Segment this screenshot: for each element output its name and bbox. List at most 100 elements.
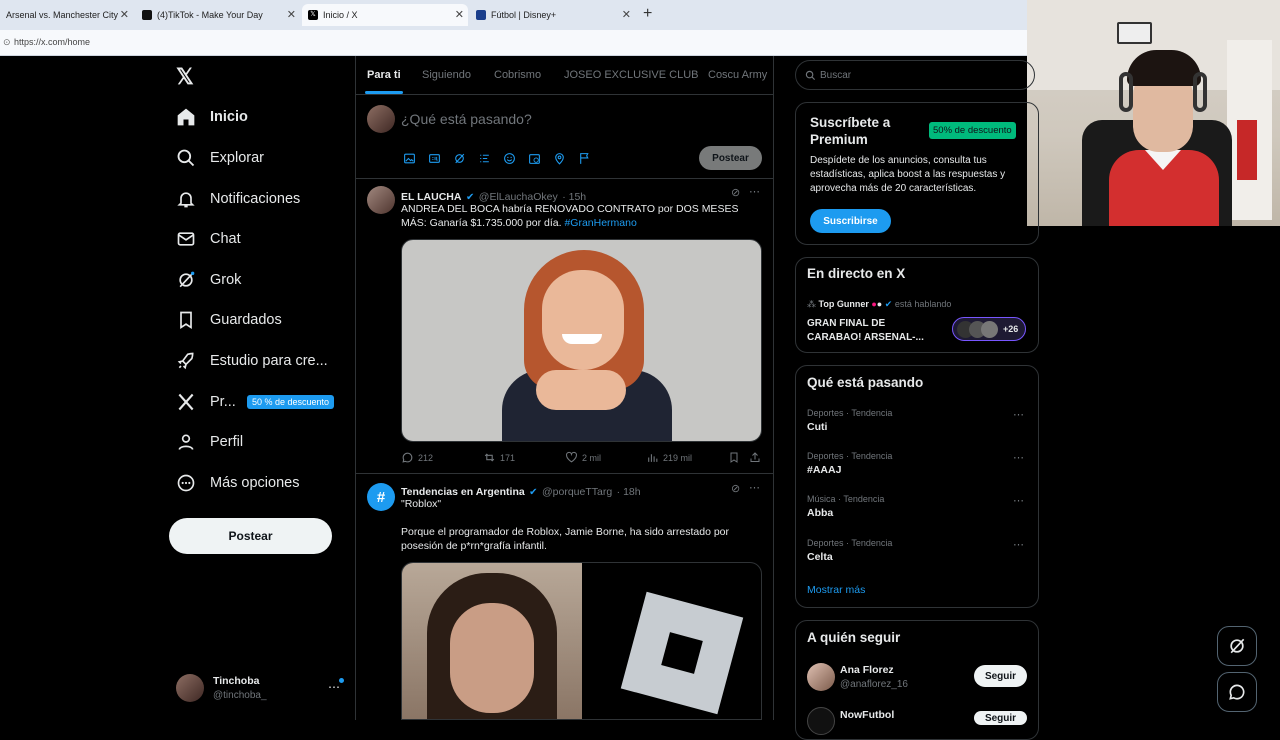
- grok-icon[interactable]: ⊘: [731, 186, 740, 199]
- grok-fab-button[interactable]: [1217, 626, 1257, 666]
- nav-item-chat[interactable]: Chat: [176, 224, 241, 254]
- tweet-image[interactable]: [401, 239, 762, 442]
- more-icon[interactable]: ⋯: [1013, 494, 1025, 507]
- nav-label: Chat: [210, 231, 241, 247]
- more-icon[interactable]: ⋯: [749, 185, 760, 198]
- account-switcher[interactable]: Tinchoba @tinchoba_ ⋯: [176, 674, 346, 706]
- divider: [356, 473, 773, 474]
- close-tab-icon[interactable]: ✕: [120, 8, 129, 21]
- browser-tab[interactable]: Arsenal vs. Manchester City | F ✕: [0, 4, 133, 26]
- tab-coscu-army[interactable]: Coscu Army: [708, 69, 767, 81]
- nav-label: Notificaciones: [210, 191, 301, 207]
- more-icon[interactable]: ⋯: [328, 680, 340, 694]
- follow-title: A quién seguir: [807, 630, 901, 645]
- nav-item-perfil[interactable]: Perfil: [176, 427, 243, 457]
- audio-icon: ⁂: [807, 299, 816, 309]
- nav-item-grok[interactable]: Grok: [176, 265, 241, 295]
- tab-siguiendo[interactable]: Siguiendo: [422, 69, 471, 81]
- listeners-pill[interactable]: +26: [952, 317, 1026, 341]
- trend-name[interactable]: Abba: [807, 507, 833, 519]
- post-button[interactable]: Postear: [169, 518, 332, 554]
- tweet-time[interactable]: · 18h: [617, 486, 641, 498]
- reply-button[interactable]: 212: [401, 451, 433, 464]
- tab-title: Inicio / X: [323, 10, 358, 20]
- emoji-icon[interactable]: [503, 152, 516, 165]
- poll-icon[interactable]: [478, 152, 491, 165]
- image-icon[interactable]: [403, 152, 416, 165]
- new-tab-icon[interactable]: +: [643, 5, 652, 23]
- x-logo-icon[interactable]: 𝕏: [176, 64, 194, 90]
- like-count: 2 mil: [582, 452, 602, 463]
- avatar[interactable]: [807, 707, 835, 735]
- tab-para-ti[interactable]: Para ti: [367, 69, 401, 81]
- flag-icon[interactable]: [578, 152, 591, 165]
- trend-name[interactable]: Cuti: [807, 421, 827, 433]
- search-icon: [177, 149, 195, 167]
- browser-tab[interactable]: Fútbol | Disney+ ✕: [470, 4, 635, 26]
- share-icon[interactable]: [749, 451, 761, 464]
- close-tab-icon[interactable]: ✕: [455, 8, 464, 21]
- nav-label: Perfil: [210, 434, 244, 450]
- live-event-title[interactable]: GRAN FINAL DE CARABAO! ARSENAL-...: [807, 317, 937, 345]
- search-input[interactable]: Buscar: [795, 60, 1035, 90]
- browser-tab-active[interactable]: 𝕏 Inicio / X ✕: [302, 4, 468, 26]
- retweet-button[interactable]: 171: [483, 451, 515, 464]
- white-dot-icon: ●: [876, 299, 883, 309]
- close-tab-icon[interactable]: ✕: [287, 8, 296, 21]
- browser-tab[interactable]: (4)TikTok - Make Your Day ✕: [136, 4, 300, 26]
- nav-item-mas-opciones[interactable]: Más opciones: [176, 468, 299, 498]
- follow-button[interactable]: Seguir: [974, 711, 1027, 725]
- rocket-icon: [177, 352, 194, 370]
- composer-post-button[interactable]: Postear: [699, 146, 762, 170]
- nav-item-notificaciones[interactable]: Notificaciones: [176, 184, 300, 214]
- tab-joseo[interactable]: JOSEO EXCLUSIVE CLUB: [564, 69, 699, 81]
- tweet-handle[interactable]: @porqueTTarg: [542, 486, 612, 498]
- trend-name[interactable]: Celta: [807, 551, 833, 563]
- site-info-icon[interactable]: ⊙: [3, 37, 11, 48]
- more-icon[interactable]: ⋯: [1013, 408, 1025, 421]
- avatar[interactable]: [367, 186, 395, 214]
- composer-input[interactable]: ¿Qué está pasando?: [401, 111, 532, 127]
- search-icon: [805, 70, 816, 81]
- more-icon[interactable]: ⋯: [1013, 538, 1025, 551]
- nav-item-premium[interactable]: Pr...: [176, 387, 236, 417]
- nav-label: Inicio: [210, 109, 248, 125]
- grok-icon[interactable]: ⊘: [731, 482, 740, 495]
- trend-category: Deportes · Tendencia: [807, 408, 893, 418]
- nav-label: Estudio para cre...: [210, 353, 328, 369]
- nav-label: Más opciones: [210, 475, 300, 491]
- location-icon[interactable]: [553, 152, 566, 165]
- grok-icon[interactable]: [453, 152, 466, 165]
- subscribe-button[interactable]: Suscribirse: [810, 209, 891, 233]
- views-button[interactable]: 219 mil: [646, 451, 692, 464]
- tab-cobrismo[interactable]: Cobrismo: [494, 69, 541, 81]
- live-host-row[interactable]: ⁂ Top Gunner ●● ✔ está hablando: [807, 299, 951, 310]
- follow-name[interactable]: Ana Florez: [840, 664, 894, 676]
- nav-item-guardados[interactable]: Guardados: [176, 305, 282, 335]
- follow-name[interactable]: NowFutbol: [840, 709, 894, 721]
- reply-icon: [402, 452, 413, 463]
- avatar[interactable]: [807, 663, 835, 691]
- nav-item-explorar[interactable]: Explorar: [176, 143, 264, 173]
- tweet-image[interactable]: [401, 562, 762, 720]
- close-tab-icon[interactable]: ✕: [622, 8, 631, 21]
- gif-icon[interactable]: [428, 152, 441, 165]
- hashtag-link[interactable]: #GranHermano: [564, 217, 636, 229]
- more-icon[interactable]: ⋯: [749, 481, 760, 494]
- address-bar[interactable]: ⊙ https://x.com/home: [0, 30, 1027, 56]
- retweet-icon: [484, 453, 495, 462]
- trend-name[interactable]: #AAAJ: [807, 464, 841, 476]
- home-icon: [177, 108, 195, 126]
- more-icon[interactable]: ⋯: [1013, 451, 1025, 464]
- show-more-link[interactable]: Mostrar más: [807, 584, 865, 596]
- schedule-icon[interactable]: [528, 152, 541, 165]
- nav-label: Guardados: [210, 312, 282, 328]
- like-button[interactable]: 2 mil: [565, 451, 601, 464]
- hashtag-avatar-icon[interactable]: #: [367, 483, 395, 511]
- webcam-overlay: [1027, 0, 1280, 226]
- bookmark-icon[interactable]: [728, 451, 740, 464]
- nav-item-inicio[interactable]: Inicio: [176, 102, 248, 132]
- follow-button[interactable]: Seguir: [974, 665, 1027, 687]
- messages-fab-button[interactable]: [1217, 672, 1257, 712]
- nav-item-estudio[interactable]: Estudio para cre...: [176, 346, 328, 376]
